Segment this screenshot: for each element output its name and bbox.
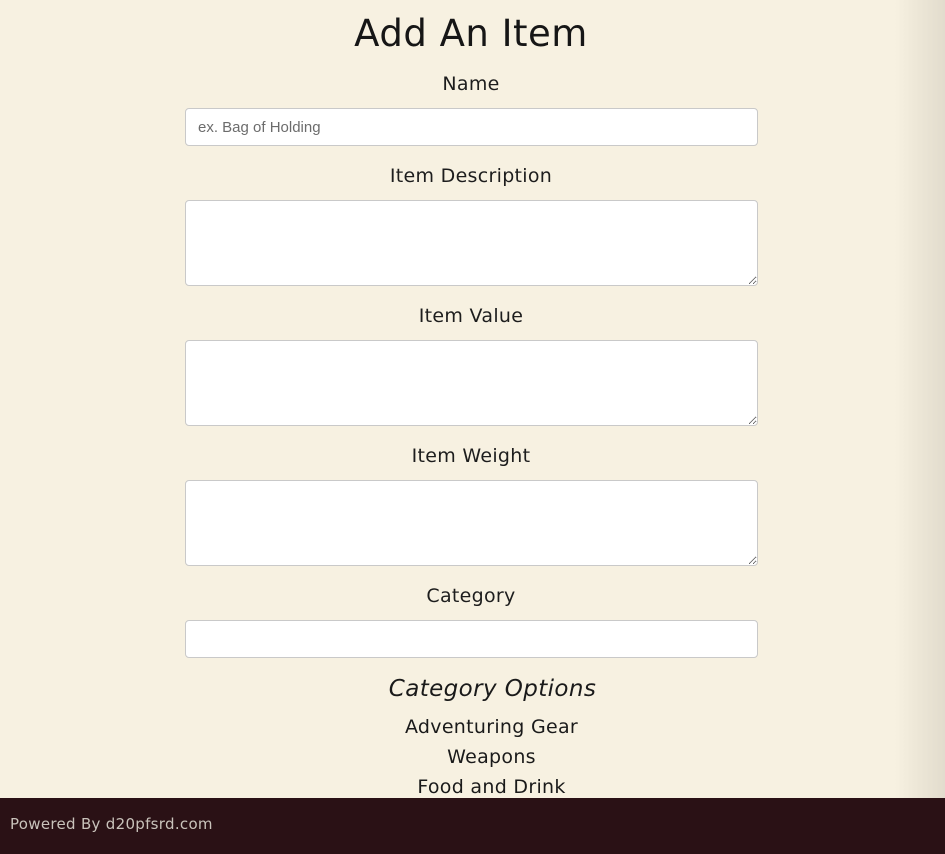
add-item-page: Add An Item Name Item Description Item V… <box>0 0 945 798</box>
category-options-list: Adventuring Gear Weapons Food and Drink <box>0 712 945 802</box>
item-weight-textarea[interactable] <box>185 480 758 566</box>
name-label: Name <box>442 73 500 95</box>
category-input[interactable] <box>185 620 758 658</box>
category-label: Category <box>426 585 516 607</box>
item-weight-label: Item Weight <box>411 445 531 467</box>
item-description-textarea[interactable] <box>185 200 758 286</box>
name-input[interactable] <box>185 108 758 146</box>
category-options-title: Category Options <box>388 676 597 702</box>
page-title: Add An Item <box>354 12 588 55</box>
footer: Powered By d20pfsrd.com <box>0 798 945 854</box>
category-option-adventuring-gear[interactable]: Adventuring Gear <box>0 712 945 742</box>
item-value-label: Item Value <box>418 305 524 327</box>
footer-credit: Powered By d20pfsrd.com <box>10 815 213 833</box>
category-option-weapons[interactable]: Weapons <box>0 742 945 772</box>
item-description-label: Item Description <box>389 165 553 187</box>
item-value-textarea[interactable] <box>185 340 758 426</box>
